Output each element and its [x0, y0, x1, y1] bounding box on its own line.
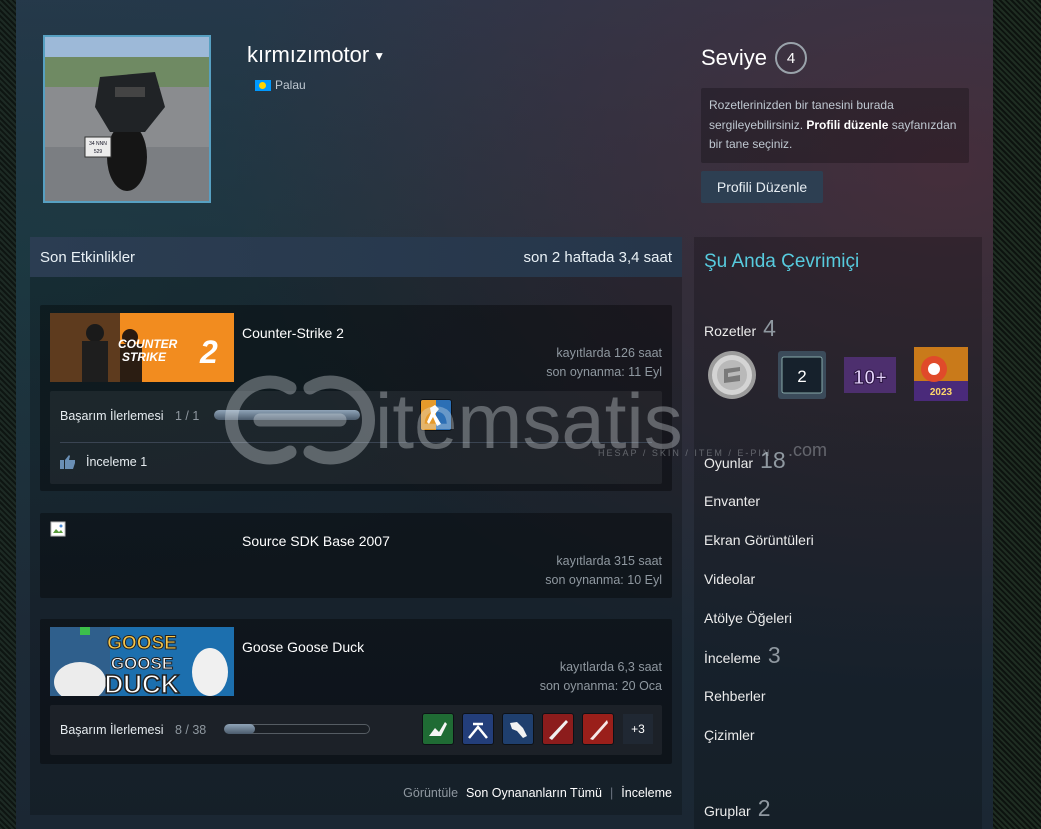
more-achievements-count[interactable]: +3: [623, 714, 653, 744]
edit-profile-button[interactable]: Profili Düzenle: [701, 171, 823, 203]
achievement-count: 1 / 1: [174, 409, 200, 423]
badge-games-owned-text: 10+: [853, 367, 887, 389]
achievement-count: 8 / 38: [174, 723, 207, 737]
game-name[interactable]: Source SDK Base 2007: [242, 533, 390, 549]
footer-divider: |: [610, 786, 614, 800]
knife-achievement-icon[interactable]: [543, 714, 573, 744]
review-row[interactable]: İnceleme 1: [60, 455, 147, 469]
review-label: İnceleme 1: [86, 455, 148, 469]
recent-hours-summary: son 2 haftada 3,4 saat: [523, 248, 672, 266]
game-total-hours: kayıtlarda 315 saat: [556, 554, 662, 568]
game-details-box: Başarım İlerlemesi 8 / 38 +3: [50, 705, 662, 755]
broken-image-icon: [50, 521, 66, 537]
achievement-icon[interactable]: [421, 400, 451, 430]
sidebar-item-games[interactable]: Oyunlar 18: [704, 447, 786, 474]
games-label: Oyunlar: [704, 455, 754, 471]
game-last-played: son oynanma: 10 Eyl: [545, 573, 662, 587]
achievement-progress-fill: [214, 410, 360, 420]
game-total-hours: kayıtlarda 126 saat: [556, 346, 662, 360]
cross-achievement-icon[interactable]: [463, 714, 493, 744]
ggd-banner-text-1: GOOSE: [107, 633, 177, 654]
game-item-cs2: COUNTER STRIKE 2 Counter-Strike 2 kayıtl…: [40, 305, 672, 491]
game-name[interactable]: Goose Goose Duck: [242, 639, 364, 655]
country-name: Palau: [275, 78, 306, 92]
badges-label: Rozetler: [704, 323, 757, 339]
game-name[interactable]: Counter-Strike 2: [242, 325, 344, 341]
achievement-progress-row[interactable]: Başarım İlerlemesi 1 / 1: [60, 409, 199, 423]
achievement-progress-label: Başarım İlerlemesi: [60, 409, 164, 423]
groups-count: 2: [757, 795, 771, 821]
persona-name-text: kırmızımotor: [247, 42, 370, 67]
blade-achievement-icon[interactable]: [583, 714, 613, 744]
avatar-motorcycle-photo: 34 NNN 529: [45, 37, 209, 201]
thumbs-up-icon: [60, 455, 75, 469]
palau-flag-icon: [255, 79, 271, 91]
plate-line-1: 34 NNN: [89, 141, 107, 147]
game-total-hours: kayıtlarda 6,3 saat: [559, 660, 662, 674]
chevron-down-icon[interactable]: ▼: [373, 49, 385, 63]
details-divider: [60, 442, 652, 443]
profile-sidebar: Şu Anda Çevrimiçi Rozetler 4 2 10+ 2023 …: [694, 237, 982, 829]
level-display: Seviye 4: [701, 42, 808, 74]
recent-activity-header: Son Etkinlikler son 2 haftada 3,4 saat: [30, 237, 682, 277]
online-status: Şu Anda Çevrimiçi: [704, 251, 860, 272]
all-recently-played-link[interactable]: Son Oynananların Tümü: [466, 786, 602, 800]
badge-replay-year: 2023: [930, 387, 953, 398]
badge-coin-icon[interactable]: [706, 349, 758, 401]
game-last-played: son oynanma: 11 Eyl: [546, 365, 662, 379]
badge-steam-replay-icon[interactable]: 2023: [914, 347, 968, 401]
game-item-source-sdk: Source SDK Base 2007 kayıtlarda 315 saat…: [40, 513, 672, 598]
plate-line-2: 529: [94, 149, 103, 155]
badge-years-text: 2: [797, 367, 806, 386]
sidebar-item-badges[interactable]: Rozetler 4: [704, 315, 776, 342]
ggd-banner-text-3: DUCK: [104, 669, 179, 696]
badge-showcase-hint: Rozetlerinizden bir tanesini burada serg…: [701, 88, 969, 163]
achievement-progress-bar: [224, 724, 370, 734]
recent-footer-links: Görüntüle Son Oynananların Tümü | İncele…: [403, 786, 672, 800]
groups-label: Gruplar: [704, 803, 751, 819]
achievement-progress-row[interactable]: Başarım İlerlemesi 8 / 38: [60, 723, 206, 737]
achievement-progress-fill: [224, 724, 255, 734]
goose-achievement-icon[interactable]: [423, 714, 453, 744]
page-bg-right: [993, 0, 1041, 829]
sidebar-item-groups[interactable]: Gruplar 2: [704, 795, 770, 822]
badge-games-owned-icon[interactable]: 10+: [844, 349, 896, 401]
avatar[interactable]: 34 NNN 529: [43, 35, 211, 203]
cs2-banner-image[interactable]: COUNTER STRIKE 2: [50, 313, 234, 382]
svg-text:2: 2: [199, 334, 218, 370]
sidebar-item-artwork[interactable]: Çizimler: [704, 727, 755, 743]
reviews-count: 3: [767, 642, 781, 668]
game-last-played: son oynanma: 20 Oca: [539, 679, 662, 693]
achievement-progress-label: Başarım İlerlemesi: [60, 723, 164, 737]
page-bg-left: [0, 0, 16, 829]
achievement-progress-bar: [214, 410, 360, 420]
level-label: Seviye: [701, 45, 768, 70]
sidebar-item-reviews[interactable]: İnceleme 3: [704, 642, 781, 669]
badges-count: 4: [763, 315, 776, 341]
sidebar-item-videos[interactable]: Videolar: [704, 571, 755, 587]
sidebar-item-screenshots[interactable]: Ekran Görüntüleri: [704, 532, 814, 548]
tool-achievement-icon[interactable]: [503, 714, 533, 744]
sidebar-item-workshop[interactable]: Atölye Öğeleri: [704, 610, 792, 626]
cs2-banner-text-1: COUNTER: [118, 337, 178, 351]
goose-goose-duck-banner-image[interactable]: GOOSE GOOSE DUCK: [50, 627, 234, 696]
games-count: 18: [760, 447, 786, 473]
badge-years-icon[interactable]: 2: [776, 349, 828, 401]
reviews-label: İnceleme: [704, 650, 761, 666]
footer-view-label: Görüntüle: [403, 786, 459, 800]
cs2-banner-text-2: STRIKE: [122, 350, 167, 364]
recent-activity-panel: Son Etkinlikler son 2 haftada 3,4 saat C…: [30, 237, 682, 815]
showcase-edit-link[interactable]: Profili düzenle: [806, 118, 888, 132]
reviews-link[interactable]: İnceleme: [621, 786, 672, 800]
recent-activity-title: Son Etkinlikler: [40, 248, 136, 266]
country-location: Palau: [255, 78, 306, 92]
game-item-goose-goose-duck: GOOSE GOOSE DUCK Goose Goose Duck kayıtl…: [40, 619, 672, 764]
level-badge: 4: [775, 42, 808, 74]
sidebar-item-inventory[interactable]: Envanter: [704, 493, 760, 509]
persona-name[interactable]: kırmızımotor ▼: [247, 42, 385, 68]
game-details-box: Başarım İlerlemesi 1 / 1 İnceleme 1: [50, 391, 662, 484]
sidebar-item-guides[interactable]: Rehberler: [704, 688, 765, 704]
